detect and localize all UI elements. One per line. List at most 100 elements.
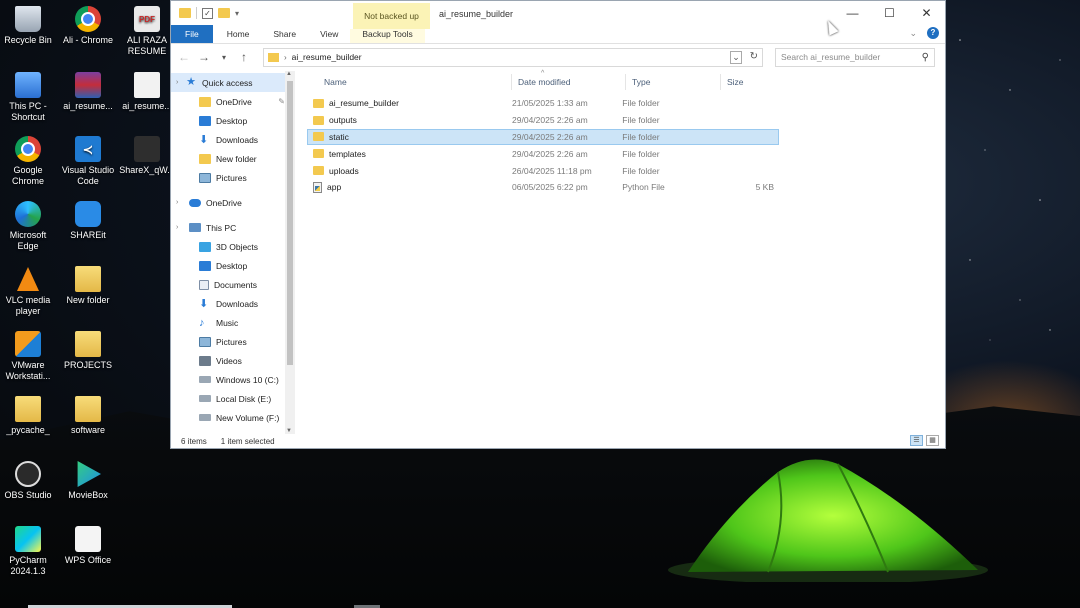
nav-pictures[interactable]: Pictures (171, 168, 295, 187)
folder-icon (75, 396, 101, 422)
nav-pictures-pc[interactable]: Pictures (171, 332, 295, 351)
back-arrow-icon[interactable]: ← (177, 50, 191, 64)
nav-documents[interactable]: Documents (171, 275, 295, 294)
chevron-down-icon[interactable]: › (176, 79, 178, 86)
desktop-icon-pycharm[interactable]: PyCharm 2024.1.3 (0, 526, 56, 577)
column-type[interactable]: Type (626, 74, 721, 90)
nav-new-volume-f[interactable]: New Volume (F:) (171, 408, 295, 427)
desktop-icon-ai-resume-archive[interactable]: ai_resume... (60, 72, 116, 112)
new-folder-icon[interactable] (218, 8, 230, 18)
desktop-icon-ai-resume-doc[interactable]: ai_resume... (119, 72, 175, 112)
cloud-icon (189, 198, 201, 207)
address-bar[interactable]: › ai_resume_builder ⌄ ↻ (263, 47, 763, 67)
search-box[interactable]: Search ai_resume_builder ⚲ (775, 47, 935, 67)
desktop-icon-software[interactable]: software (60, 396, 116, 436)
recent-locations-icon[interactable]: ▾ (217, 53, 231, 62)
desktop-icon (199, 115, 211, 126)
wps-office-icon (75, 526, 101, 552)
moviebox-icon (77, 461, 101, 487)
file-row-static[interactable]: static 29/04/2025 2:26 am File folder (307, 128, 779, 146)
nav-downloads-pc[interactable]: ⬇ Downloads (171, 294, 295, 313)
refresh-icon[interactable]: ↻ (750, 51, 758, 62)
nav-music[interactable]: ♪ Music (171, 313, 295, 332)
nav-desktop[interactable]: Desktop (171, 111, 295, 130)
desktop-icon-moviebox[interactable]: MovieBox (60, 461, 116, 501)
scroll-up-icon[interactable]: ▲ (286, 71, 292, 77)
desktop-icon-ali-chrome[interactable]: Ali - Chrome (60, 6, 116, 46)
documents-icon (199, 279, 209, 290)
desktop-icon-vmware[interactable]: VMware Workstati... (0, 331, 56, 382)
chevron-right-icon[interactable]: › (176, 199, 178, 206)
tab-share[interactable]: Share (261, 29, 308, 43)
tab-home[interactable]: Home (215, 29, 262, 43)
nav-local-disk-e[interactable]: Local Disk (E:) (171, 389, 295, 408)
breadcrumb-chevron-icon[interactable]: › (284, 53, 287, 62)
details-view-icon[interactable]: ☰ (910, 435, 923, 446)
winrar-archive-icon (75, 72, 101, 98)
folder-icon (313, 132, 324, 142)
desktop-icon-vscode[interactable]: ≺ Visual Studio Code (60, 136, 116, 187)
folder-icon (313, 98, 324, 108)
large-icons-view-icon[interactable]: ▦ (926, 435, 939, 446)
nav-onedrive[interactable]: › OneDrive (171, 193, 295, 212)
file-row-ai-resume-builder[interactable]: ai_resume_builder 21/05/2025 1:33 am Fil… (307, 95, 779, 112)
breadcrumb-current[interactable]: ai_resume_builder (292, 52, 362, 62)
expand-ribbon-icon[interactable]: ⌄ (909, 28, 917, 39)
file-row-outputs[interactable]: outputs 29/04/2025 2:26 am File folder (307, 112, 779, 129)
file-explorer-window: ✓ ▾ Not backed up ai_resume_builder — ☐ … (170, 0, 946, 449)
vscode-icon: ≺ (75, 136, 101, 162)
glowing-tent (668, 459, 988, 582)
search-placeholder: Search ai_resume_builder (781, 52, 881, 62)
chevron-down-icon[interactable]: › (176, 224, 178, 231)
desktop-icon-edge[interactable]: Microsoft Edge (0, 201, 56, 252)
nav-videos[interactable]: Videos (171, 351, 295, 370)
nav-scrollbar[interactable]: ▲ ▼ (285, 71, 295, 434)
properties-icon[interactable]: ✓ (202, 7, 213, 19)
column-date-modified[interactable]: Date modified (512, 74, 626, 90)
minimize-button[interactable]: — (834, 1, 871, 25)
forward-arrow-icon[interactable]: → (197, 50, 211, 64)
tab-view[interactable]: View (308, 29, 350, 43)
tab-file[interactable]: File (171, 25, 213, 43)
desktop-icon-shareit[interactable]: SHAREit (60, 201, 116, 241)
up-arrow-icon[interactable]: ↑ (237, 50, 251, 64)
file-row-app[interactable]: app 06/05/2025 6:22 pm Python File 5 KB (307, 179, 779, 196)
customize-toolbar-icon[interactable]: ▾ (235, 9, 239, 18)
desktop-icon-google-chrome[interactable]: Google Chrome (0, 136, 56, 187)
desktop-icon-vlc[interactable]: VLC media player (0, 266, 56, 317)
help-icon[interactable]: ? (927, 27, 939, 39)
file-row-uploads[interactable]: uploads 26/04/2025 11:18 pm File folder (307, 162, 779, 179)
nav-desktop-pc[interactable]: Desktop (171, 256, 295, 275)
nav-this-pc[interactable]: › This PC (171, 218, 295, 237)
downloads-icon: ⬇ (199, 133, 209, 146)
desktop-icon-projects[interactable]: PROJECTS (60, 331, 116, 371)
computer-icon (189, 223, 201, 232)
desktop-icon-recycle-bin[interactable]: Recycle Bin (0, 6, 56, 46)
scrollbar-thumb[interactable] (287, 81, 293, 365)
desktop-icon-obs[interactable]: OBS Studio (0, 461, 56, 501)
address-dropdown-icon[interactable]: ⌄ (730, 50, 742, 64)
desktop-icon-new-folder[interactable]: New folder (60, 266, 116, 306)
maximize-button[interactable]: ☐ (871, 1, 908, 25)
desktop-icon-pycache[interactable]: _pycache_ (0, 396, 56, 436)
close-button[interactable]: ✕ (908, 1, 945, 25)
navigation-bar: ← → ▾ ↑ › ai_resume_builder ⌄ ↻ Search a… (171, 44, 945, 70)
nav-quick-access[interactable]: › ★ Quick access (171, 73, 295, 92)
folder-icon (75, 266, 101, 292)
nav-downloads[interactable]: ⬇ Downloads (171, 130, 295, 149)
file-row-templates[interactable]: templates 29/04/2025 2:26 am File folder (307, 145, 779, 162)
desktop-icon-resume-pdf[interactable]: PDF ALI RAZA RESUME (119, 6, 175, 57)
nav-onedrive-pinned[interactable]: OneDrive ✎ (171, 92, 295, 111)
desktop-icon-this-pc[interactable]: This PC - Shortcut (0, 72, 56, 123)
document-icon (134, 72, 160, 98)
tab-backup-tools[interactable]: Backup Tools (350, 29, 425, 43)
nav-new-folder[interactable]: New folder (171, 149, 295, 168)
desktop-icon-wps-office[interactable]: WPS Office (60, 526, 116, 566)
search-icon[interactable]: ⚲ (922, 52, 929, 63)
videos-icon (199, 355, 211, 366)
column-name[interactable]: Name (307, 74, 512, 90)
desktop-icon-sharex[interactable]: ShareX_qW... (119, 136, 175, 176)
nav-3d-objects[interactable]: 3D Objects (171, 237, 295, 256)
column-size[interactable]: Size (721, 74, 781, 90)
nav-windows-c[interactable]: Windows 10 (C:) (171, 370, 295, 389)
